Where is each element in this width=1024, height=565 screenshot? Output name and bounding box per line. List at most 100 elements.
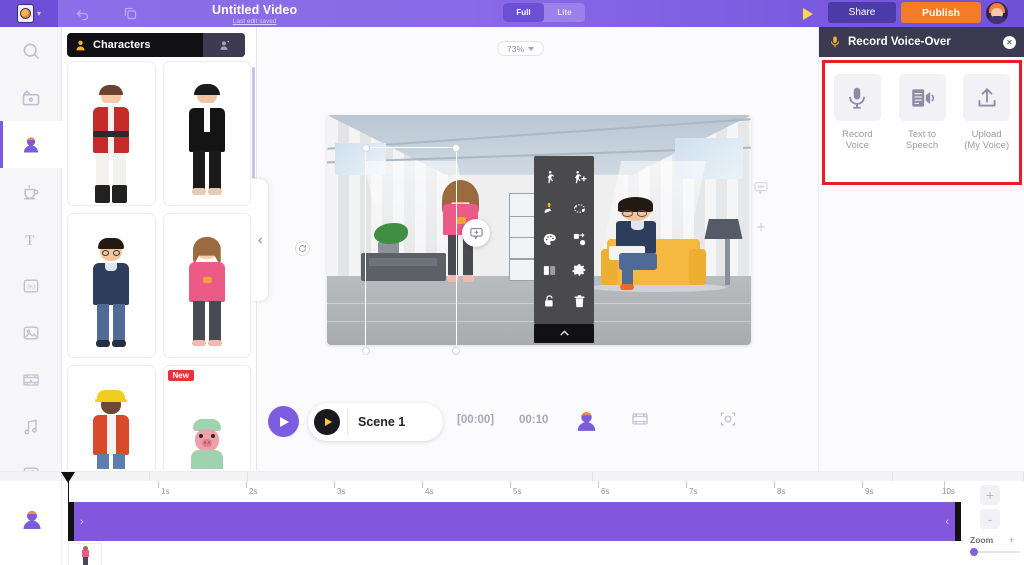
list-item[interactable]: [67, 365, 156, 469]
settings-gear-icon[interactable]: [564, 255, 594, 286]
text-to-speech-label: Text to Speech: [906, 129, 938, 151]
timeline-zoom-controls: + - - Zoom +: [961, 481, 1024, 565]
scene-character-button[interactable]: [574, 409, 599, 434]
zoom-slider[interactable]: [970, 548, 1020, 556]
scene-selector[interactable]: Scene 1: [308, 403, 443, 441]
close-icon[interactable]: ✕: [1003, 36, 1016, 49]
library-title: Characters: [93, 39, 151, 51]
flip-icon[interactable]: [534, 255, 564, 286]
speech-bubble-icon[interactable]: [753, 180, 769, 196]
playhead-handle[interactable]: [61, 472, 75, 483]
timeline-playhead[interactable]: [61, 472, 75, 524]
add-speech-bubble-button[interactable]: [462, 219, 490, 247]
resize-handle-bottom-left[interactable]: [362, 347, 370, 355]
mode-lite-button[interactable]: Lite: [544, 3, 585, 22]
library-action-button[interactable]: [203, 33, 245, 57]
last-saved-label[interactable]: Last edit saved: [233, 18, 277, 25]
sidebar-item-music[interactable]: [0, 403, 62, 450]
ruler-tick-label: 7s: [689, 487, 698, 496]
ruler-tick-label: 4s: [425, 487, 434, 496]
canvas-character-male[interactable]: [607, 196, 666, 291]
video-clip-icon: [632, 413, 648, 425]
chevron-left-icon: [257, 236, 262, 244]
list-item[interactable]: [162, 61, 251, 206]
animaker-logo-icon: [16, 4, 34, 23]
chevron-down-icon: [528, 46, 534, 51]
sidebar-item-props[interactable]: [0, 168, 62, 215]
zoom-slider-knob[interactable]: [970, 548, 978, 556]
character-icon[interactable]: [20, 508, 44, 537]
microphone-icon: [830, 36, 840, 48]
timeline-scene-track[interactable]: › ‹: [68, 502, 961, 541]
sidebar-item-search[interactable]: [0, 27, 62, 74]
color-palette-icon[interactable]: [534, 224, 564, 255]
resize-handle-top-left[interactable]: [362, 144, 370, 152]
panel-scrollbar[interactable]: [252, 67, 255, 187]
resize-handle-bottom-right[interactable]: [452, 347, 460, 355]
text-to-speech-tile[interactable]: [898, 74, 946, 121]
scene-preview-button[interactable]: [314, 409, 340, 435]
walk-icon[interactable]: [534, 162, 564, 193]
scene-play-button[interactable]: [268, 406, 299, 437]
timeline: 1s 2s 3s 4s 5s 6s 7s 8s 9s 10s › ‹ + - -…: [0, 471, 1024, 565]
voiceover-panel-title: Record Voice-Over: [848, 36, 951, 48]
scene-video-button[interactable]: [630, 409, 650, 429]
share-button[interactable]: Share: [828, 2, 896, 23]
floor-lamp-shade: [704, 218, 743, 240]
unlock-icon[interactable]: [534, 286, 564, 317]
current-time: [00:00]: [457, 414, 495, 426]
mode-toggle[interactable]: Full Lite: [503, 3, 585, 22]
upload-icon: [978, 87, 996, 107]
sidebar-item-image[interactable]: [0, 309, 62, 356]
preview-play-button[interactable]: [790, 0, 826, 27]
timeline-ruler[interactable]: 1s 2s 3s 4s 5s 6s 7s 8s 9s 10s: [62, 481, 962, 502]
sidebar-item-scene[interactable]: [0, 74, 62, 121]
play-icon: [280, 416, 289, 427]
upload-voice-option[interactable]: Upload (My Voice): [954, 63, 1019, 182]
upload-voice-label-line1: Upload: [971, 129, 1002, 140]
list-item[interactable]: [67, 61, 156, 206]
timeline-asset-thumb[interactable]: [68, 543, 102, 565]
app-logo-button[interactable]: ▾: [0, 0, 58, 27]
record-voice-option[interactable]: Record Voice: [825, 63, 890, 182]
scene-camera-button[interactable]: [718, 409, 738, 429]
resize-handle-top-right[interactable]: [452, 144, 460, 152]
sidebar-item-video[interactable]: [0, 356, 62, 403]
list-item[interactable]: New: [162, 365, 251, 469]
zoom-in-button[interactable]: +: [980, 485, 1000, 505]
action-icon[interactable]: [534, 193, 564, 224]
record-voice-label-line1: Record: [842, 129, 873, 140]
left-tool-rail: T BG: [0, 27, 62, 528]
list-item[interactable]: [67, 213, 156, 358]
panel-collapse-button[interactable]: [252, 178, 269, 302]
sidebar-item-background[interactable]: BG: [0, 262, 62, 309]
duplicate-icon[interactable]: [106, 0, 154, 27]
chevron-left-icon[interactable]: ‹: [939, 516, 955, 528]
add-character-icon[interactable]: [564, 162, 594, 193]
selection-frame[interactable]: [362, 144, 460, 355]
add-icon[interactable]: [754, 220, 768, 234]
sidebar-item-character[interactable]: [0, 121, 62, 168]
rotate-handle[interactable]: [295, 241, 310, 256]
record-voice-tile[interactable]: [833, 74, 881, 121]
text-to-speech-option[interactable]: Text to Speech: [890, 63, 955, 182]
context-toolbar-collapse-button[interactable]: [534, 324, 594, 343]
undo-icon[interactable]: [58, 0, 106, 27]
delete-trash-icon[interactable]: [564, 286, 594, 317]
timeline-track-header: [0, 481, 62, 565]
canvas-zoom-selector[interactable]: 73%: [497, 41, 544, 56]
mode-full-button[interactable]: Full: [503, 3, 544, 22]
library-header: Characters: [67, 33, 245, 57]
play-icon: [324, 418, 332, 426]
publish-button[interactable]: Publish: [901, 2, 981, 23]
swap-character-icon[interactable]: [564, 224, 594, 255]
chevron-down-icon[interactable]: ▾: [37, 9, 41, 18]
list-item[interactable]: [162, 213, 251, 358]
zoom-out-button[interactable]: -: [980, 509, 1000, 529]
scene-icon: [22, 89, 40, 105]
path-animate-icon[interactable]: [564, 193, 594, 224]
avatar[interactable]: [986, 2, 1008, 24]
chevron-right-icon[interactable]: ›: [74, 516, 90, 528]
upload-voice-tile[interactable]: [963, 74, 1011, 121]
sidebar-item-text[interactable]: T: [0, 215, 62, 262]
